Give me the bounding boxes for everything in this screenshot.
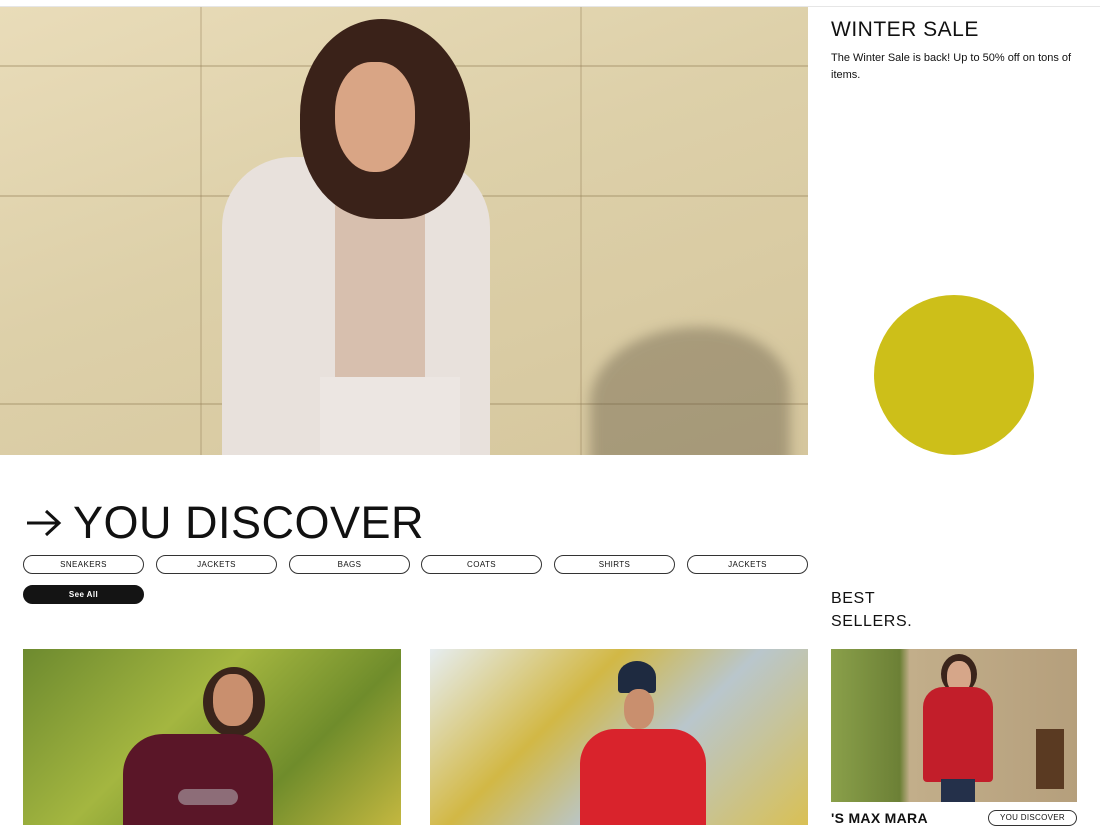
best-sellers-title: BEST SELLERS. [831, 587, 912, 633]
best-sellers-title-line2: SELLERS. [831, 613, 913, 630]
arrow-right-icon [25, 497, 63, 549]
card-door [1036, 729, 1064, 789]
hero-model-face [335, 62, 415, 172]
discover-heading-text: YOU DISCOVER [73, 497, 425, 548]
wall-line [580, 7, 582, 455]
card-model-face [624, 689, 654, 729]
category-pill-jackets[interactable]: JACKETS [156, 555, 277, 574]
card-model-belt [178, 789, 238, 805]
product-card-image[interactable] [23, 649, 401, 825]
promo-title: WINTER SALE [831, 18, 979, 41]
best-seller-tag-button[interactable]: YOU DISCOVER [988, 810, 1077, 826]
wall-line [200, 7, 202, 455]
card-model-face [213, 674, 253, 726]
category-pill-coats[interactable]: COATS [421, 555, 542, 574]
card-model-sweater [580, 729, 706, 825]
category-pill-sneakers[interactable]: SNEAKERS [23, 555, 144, 574]
category-pill-jackets-2[interactable]: JACKETS [687, 555, 808, 574]
card-model-poncho [123, 734, 273, 825]
card-model-jeans [941, 779, 975, 802]
hero-model-pants [320, 377, 460, 455]
hero-image[interactable] [0, 7, 808, 455]
best-sellers-title-line1: BEST [831, 590, 876, 607]
best-seller-product-image[interactable] [831, 649, 1077, 802]
hero-shadow [590, 327, 790, 455]
card-model-coat [923, 687, 993, 782]
product-card-image[interactable] [430, 649, 808, 825]
see-all-button[interactable]: See All [23, 585, 144, 604]
category-pill-shirts[interactable]: SHIRTS [554, 555, 675, 574]
discover-heading: YOU DISCOVER [25, 497, 424, 549]
best-seller-product-name[interactable]: 'S MAX MARA [831, 810, 928, 826]
category-pill-bags[interactable]: BAGS [289, 555, 410, 574]
promo-text: The Winter Sale is back! Up to 50% off o… [831, 52, 1072, 81]
promo-accent-circle [874, 295, 1034, 455]
